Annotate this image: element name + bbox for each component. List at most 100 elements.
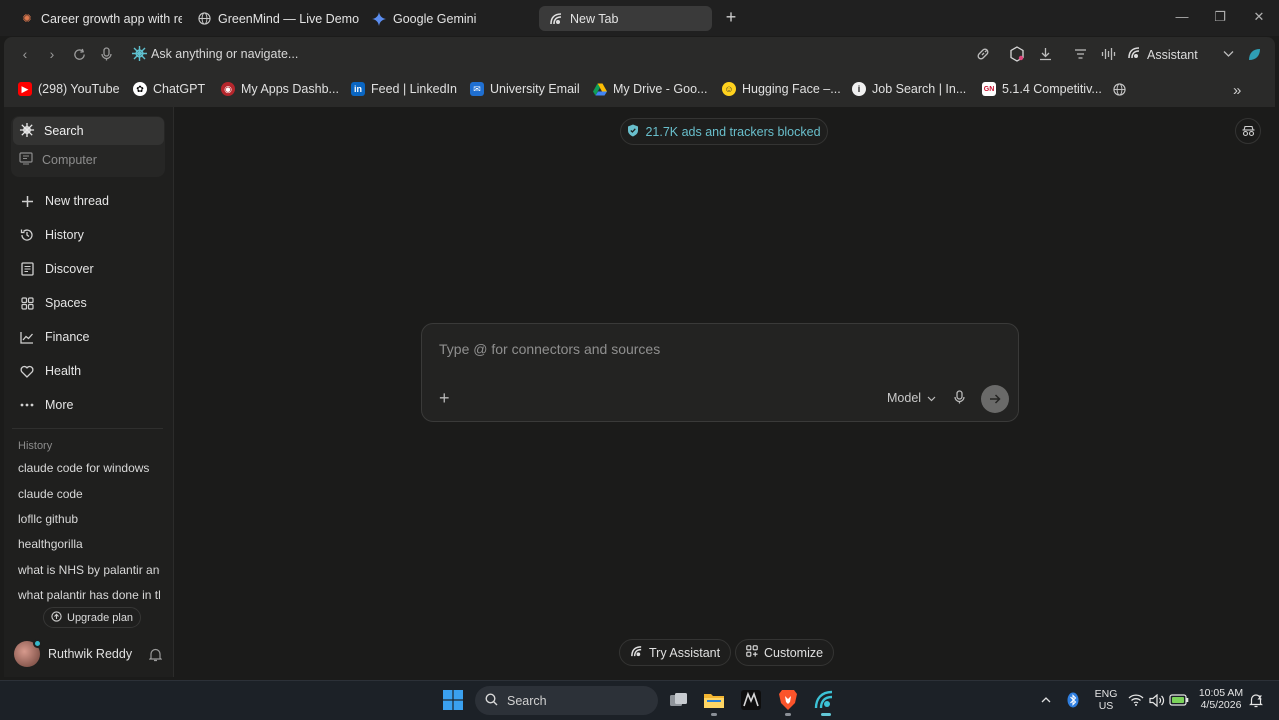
sidebar-item-spaces[interactable]: Spaces bbox=[19, 295, 87, 311]
mode-search[interactable]: Search bbox=[13, 117, 164, 145]
history-item[interactable]: what palantir has done in th bbox=[18, 588, 160, 602]
sidebar-item-discover[interactable]: Discover bbox=[19, 261, 94, 277]
status-dot bbox=[33, 639, 42, 648]
bluetooth-icon[interactable] bbox=[1063, 688, 1083, 712]
comet-browser-icon[interactable] bbox=[812, 688, 836, 712]
file-explorer-icon[interactable] bbox=[702, 688, 726, 712]
assistant-icon bbox=[1127, 46, 1141, 63]
close-icon[interactable]: ✕ bbox=[1252, 10, 1266, 24]
tracker-text: 21.7K ads and trackers blocked bbox=[645, 124, 821, 139]
composer-input[interactable]: Type @ for connectors and sources bbox=[439, 341, 660, 357]
mode-label: Search bbox=[44, 124, 84, 138]
profile-icon[interactable] bbox=[1246, 46, 1262, 62]
bookmark-hugging-face[interactable]: ☺ Hugging Face –... bbox=[722, 82, 841, 96]
assistant-label: Assistant bbox=[1147, 47, 1198, 62]
upgrade-plan-button[interactable]: Upgrade plan bbox=[43, 607, 142, 628]
history-item[interactable]: claude code for windows bbox=[18, 461, 160, 475]
bookmark-my-drive[interactable]: My Drive - Goo... bbox=[593, 82, 707, 96]
bookmark-globe[interactable] bbox=[1112, 82, 1126, 96]
bell-icon[interactable] bbox=[148, 648, 163, 662]
incognito-icon[interactable] bbox=[1235, 118, 1261, 144]
clock[interactable]: 10:05 AM 4/5/2026 bbox=[1196, 687, 1246, 711]
game-app-icon[interactable] bbox=[739, 688, 763, 712]
sidebar-item-new-thread[interactable]: New thread bbox=[19, 193, 109, 209]
bookmark-label: 5.1.4 Competitiv... bbox=[1002, 82, 1102, 96]
windows-start-icon[interactable] bbox=[441, 688, 465, 712]
bookmark-university-email[interactable]: ✉ University Email bbox=[470, 82, 580, 96]
task-view-icon[interactable] bbox=[667, 688, 691, 712]
reload-icon[interactable] bbox=[71, 46, 87, 62]
voice-wave-icon[interactable] bbox=[1100, 46, 1116, 62]
wifi-icon[interactable] bbox=[1126, 688, 1146, 712]
send-button[interactable] bbox=[981, 385, 1009, 413]
taskbar-search[interactable]: Search bbox=[475, 686, 658, 715]
chevron-down-icon[interactable] bbox=[1220, 46, 1236, 62]
date-text: 4/5/2026 bbox=[1200, 699, 1242, 711]
bookmark-youtube[interactable]: ▶ (298) YouTube bbox=[18, 82, 120, 96]
sidebar-item-label: More bbox=[45, 398, 74, 412]
brave-browser-icon[interactable] bbox=[776, 688, 800, 712]
reading-list-icon[interactable] bbox=[1072, 46, 1088, 62]
omnibox-input[interactable]: Ask anything or navigate... bbox=[151, 47, 298, 61]
new-tab-button[interactable]: + bbox=[722, 8, 740, 26]
tab-label: GreenMind — Live Demo bbox=[218, 11, 359, 26]
history-item[interactable]: what is NHS by palantir and bbox=[18, 563, 160, 577]
input-language[interactable]: ENG US bbox=[1094, 688, 1118, 712]
sidebar-item-more[interactable]: More bbox=[19, 397, 73, 413]
bookmark-label: (298) YouTube bbox=[38, 82, 120, 96]
customize-button[interactable]: Customize bbox=[735, 639, 835, 666]
heart-icon bbox=[19, 363, 35, 379]
volume-icon[interactable] bbox=[1147, 688, 1167, 712]
extension-icon[interactable] bbox=[1009, 46, 1025, 62]
sidebar-item-label: New thread bbox=[45, 194, 109, 208]
add-attachment-icon[interactable]: + bbox=[439, 389, 455, 407]
tracker-blocked-badge[interactable]: 21.7K ads and trackers blocked bbox=[620, 118, 828, 145]
history-item[interactable]: lofllc github bbox=[18, 512, 160, 526]
restore-icon[interactable]: ❐ bbox=[1213, 10, 1227, 24]
more-bookmarks-icon[interactable]: » bbox=[1233, 82, 1241, 99]
forward-icon[interactable]: › bbox=[44, 46, 60, 62]
tab-new-tab[interactable]: New Tab bbox=[539, 6, 712, 31]
chevron-up-icon[interactable] bbox=[1036, 688, 1056, 712]
discover-icon bbox=[19, 261, 35, 277]
tab-google-gemini[interactable]: Google Gemini bbox=[362, 6, 534, 31]
assistant-icon bbox=[630, 645, 643, 661]
history-item[interactable]: healthgorilla bbox=[18, 537, 160, 551]
bookmark-my-apps[interactable]: ◉ My Apps Dashb... bbox=[221, 82, 339, 96]
customize-icon bbox=[746, 645, 758, 660]
apps-icon: ◉ bbox=[221, 82, 235, 96]
customize-label: Customize bbox=[764, 645, 824, 660]
bookmark-chatgpt[interactable]: ✿ ChatGPT bbox=[133, 82, 205, 96]
bookmark-job-search[interactable]: i Job Search | In... bbox=[852, 82, 966, 96]
tab-career-growth[interactable]: ✺ Career growth app with re bbox=[10, 6, 182, 31]
back-icon[interactable]: ‹ bbox=[17, 46, 33, 62]
globe-icon bbox=[1112, 82, 1126, 96]
bookmark-competitive[interactable]: GN 5.1.4 Competitiv... bbox=[982, 82, 1102, 96]
mic-icon[interactable] bbox=[98, 46, 114, 62]
query-composer[interactable]: Type @ for connectors and sources + Mode… bbox=[421, 323, 1019, 422]
history-icon bbox=[19, 227, 35, 243]
notification-icon[interactable] bbox=[1248, 688, 1264, 712]
comet-logo-icon bbox=[131, 45, 148, 62]
sidebar-item-health[interactable]: Health bbox=[19, 363, 81, 379]
mic-icon[interactable] bbox=[954, 390, 968, 406]
tab-greenmind[interactable]: GreenMind — Live Demo bbox=[187, 6, 359, 31]
try-assistant-button[interactable]: Try Assistant bbox=[619, 639, 732, 666]
assistant-button[interactable]: Assistant bbox=[1127, 46, 1198, 63]
lang-bottom: US bbox=[1098, 700, 1114, 712]
battery-icon[interactable] bbox=[1168, 688, 1190, 712]
info-icon: i bbox=[852, 82, 866, 96]
download-icon[interactable] bbox=[1037, 46, 1053, 62]
sidebar-item-history[interactable]: History bbox=[19, 227, 84, 243]
minimize-icon[interactable]: — bbox=[1175, 10, 1189, 24]
model-selector[interactable]: Model bbox=[887, 391, 936, 405]
user-profile[interactable]: Ruthwik Reddy bbox=[14, 639, 132, 667]
bookmark-linkedin[interactable]: in Feed | LinkedIn bbox=[351, 82, 457, 96]
bookmark-label: My Drive - Goo... bbox=[613, 82, 708, 96]
model-label: Model bbox=[887, 391, 922, 405]
sidebar-item-finance[interactable]: Finance bbox=[19, 329, 89, 345]
tab-label: Google Gemini bbox=[393, 11, 477, 26]
mode-computer[interactable]: Computer bbox=[13, 146, 164, 174]
link-icon[interactable] bbox=[975, 46, 991, 62]
history-item[interactable]: claude code bbox=[18, 487, 160, 501]
